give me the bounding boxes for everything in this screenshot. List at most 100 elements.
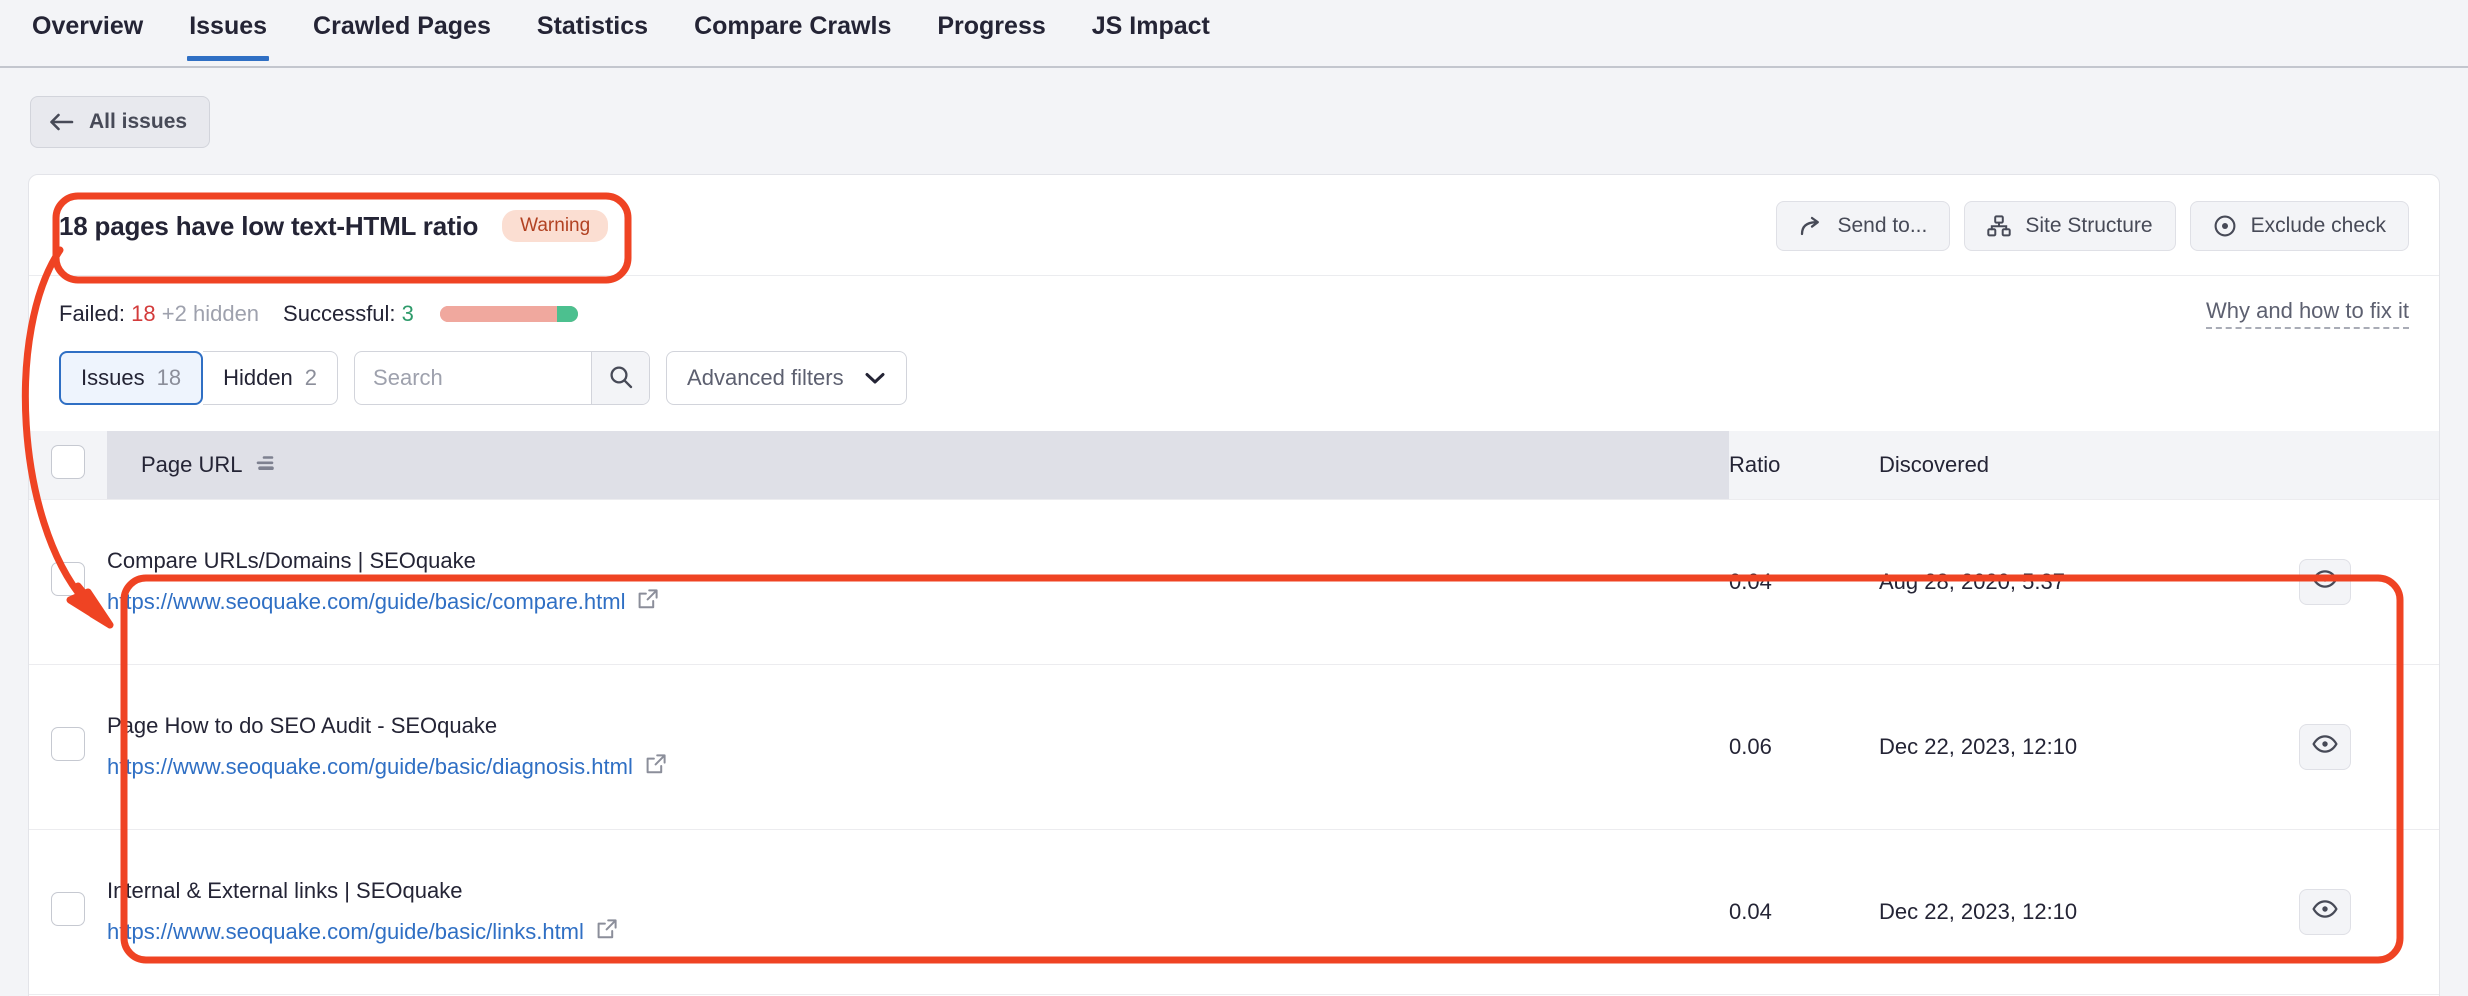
row-discovered: Aug 28, 2020, 5:37	[1879, 499, 2299, 664]
table-row[interactable]: Internal & External links | SEOquake htt…	[29, 829, 2439, 994]
progress-success-segment	[557, 306, 578, 322]
row-checkbox[interactable]	[51, 892, 85, 926]
eye-icon	[2312, 735, 2338, 758]
back-bar: All issues	[0, 68, 2468, 148]
segment-hidden[interactable]: Hidden 2	[203, 351, 338, 405]
issue-header: 18 pages have low text-HTML ratio Warnin…	[29, 175, 2439, 276]
row-url-cell: Page How to do SEO Audit - SEOquake http…	[107, 664, 1729, 829]
header-page-url-label: Page URL	[141, 452, 243, 478]
sort-icon	[255, 452, 277, 478]
row-discovered: Dec 22, 2023, 12:10	[1879, 664, 2299, 829]
table-row[interactable]: Compare URLs/Domains | SEOquake https://…	[29, 499, 2439, 664]
row-page-url-link[interactable]: https://www.seoquake.com/guide/basic/lin…	[107, 918, 618, 946]
issue-detail-card: 18 pages have low text-HTML ratio Warnin…	[28, 174, 2440, 996]
row-hide-eye-button[interactable]	[2299, 559, 2351, 605]
pass-fail-progress-bar	[440, 306, 578, 322]
row-page-url-text: https://www.seoquake.com/guide/basic/com…	[107, 589, 625, 615]
row-actions-cell	[2299, 499, 2439, 664]
site-structure-label: Site Structure	[2025, 214, 2152, 238]
search-input[interactable]	[355, 352, 591, 404]
table-row[interactable]: Page How to do SEO Audit - SEOquake http…	[29, 664, 2439, 829]
why-and-how-to-fix-link[interactable]: Why and how to fix it	[2206, 298, 2409, 329]
row-page-title: Compare URLs/Domains | SEOquake	[107, 548, 1729, 574]
issues-table: Page URL Ratio Discovered	[29, 431, 2439, 996]
tab-crawled-pages[interactable]: Crawled Pages	[311, 0, 493, 61]
segment-issues[interactable]: Issues 18	[59, 351, 203, 405]
all-issues-back-button[interactable]: All issues	[30, 96, 210, 148]
chevron-down-icon	[864, 365, 886, 391]
row-page-title: Page How to do SEO Audit - SEOquake	[107, 713, 1729, 739]
header-ratio[interactable]: Ratio	[1729, 431, 1879, 499]
failed-hidden-count: +2 hidden	[162, 301, 259, 326]
page-url-sort-control[interactable]: Page URL	[141, 452, 277, 478]
row-url-cell: Internal & External links | SEOquake htt…	[107, 829, 1729, 994]
table-body: Compare URLs/Domains | SEOquake https://…	[29, 499, 2439, 996]
row-hide-eye-button[interactable]	[2299, 889, 2351, 935]
row-ratio: 0.04	[1729, 499, 1879, 664]
row-hide-eye-button[interactable]	[2299, 724, 2351, 770]
eye-icon	[2312, 570, 2338, 593]
row-page-url-link[interactable]: https://www.seoquake.com/guide/basic/com…	[107, 588, 659, 616]
successful-stat: Successful: 3	[283, 301, 414, 327]
advanced-filters-label: Advanced filters	[687, 365, 844, 391]
site-structure-button[interactable]: Site Structure	[1964, 201, 2175, 251]
row-page-title: Internal & External links | SEOquake	[107, 878, 1729, 904]
successful-value: 3	[402, 301, 414, 326]
progress-failed-segment	[440, 306, 557, 322]
segment-issues-label: Issues	[81, 365, 145, 391]
row-url-cell: Compare URLs/Domains | SEOquake https://…	[107, 499, 1729, 664]
tab-issues[interactable]: Issues	[187, 0, 269, 61]
failed-stat: Failed: 18 +2 hidden	[59, 301, 259, 327]
row-select-cell	[29, 664, 107, 829]
row-page-url-text: https://www.seoquake.com/guide/basic/dia…	[107, 754, 633, 780]
header-page-url[interactable]: Page URL	[107, 431, 1729, 499]
row-page-url-link[interactable]: https://www.seoquake.com/guide/basic/dia…	[107, 753, 667, 781]
all-issues-back-label: All issues	[89, 110, 187, 134]
exclude-check-button[interactable]: Exclude check	[2190, 201, 2409, 251]
arrow-left-icon	[49, 112, 75, 132]
row-ratio: 0.06	[1729, 664, 1879, 829]
row-ratio: 0.04	[1729, 829, 1879, 994]
failed-label: Failed:	[59, 301, 125, 326]
share-arrow-icon	[1799, 215, 1823, 237]
exclude-check-label: Exclude check	[2251, 214, 2386, 238]
row-select-cell	[29, 499, 107, 664]
issue-stats-row: Failed: 18 +2 hidden Successful: 3 Why a…	[29, 276, 2439, 329]
row-page-url-text: https://www.seoquake.com/guide/basic/lin…	[107, 919, 584, 945]
search-icon	[608, 364, 634, 393]
header-actions: Send to... Site Structure	[1776, 201, 2409, 251]
tab-overview[interactable]: Overview	[30, 0, 145, 61]
table-header-row: Page URL Ratio Discovered	[29, 431, 2439, 499]
status-badge: Warning	[502, 210, 608, 242]
tab-statistics[interactable]: Statistics	[535, 0, 650, 61]
issues-hidden-segmented-control: Issues 18 Hidden 2	[59, 351, 338, 405]
header-select-all-cell	[29, 431, 107, 499]
segment-issues-count: 18	[157, 365, 181, 391]
row-actions-cell	[2299, 829, 2439, 994]
target-circle-icon	[2213, 214, 2237, 238]
select-all-checkbox[interactable]	[51, 445, 85, 479]
row-discovered: Dec 22, 2023, 12:10	[1879, 829, 2299, 994]
external-link-icon	[645, 753, 667, 781]
tab-progress[interactable]: Progress	[935, 0, 1047, 61]
send-to-button[interactable]: Send to...	[1776, 201, 1950, 251]
external-link-icon	[596, 918, 618, 946]
row-actions-cell	[2299, 664, 2439, 829]
search-box	[354, 351, 650, 405]
successful-label: Successful:	[283, 301, 396, 326]
search-button[interactable]	[591, 352, 649, 404]
row-select-cell	[29, 829, 107, 994]
page-title: 18 pages have low text-HTML ratio	[59, 211, 478, 242]
header-actions-cell	[2299, 431, 2439, 499]
row-checkbox[interactable]	[51, 727, 85, 761]
tab-compare-crawls[interactable]: Compare Crawls	[692, 0, 893, 61]
sitemap-icon	[1987, 215, 2011, 237]
segment-hidden-count: 2	[305, 365, 317, 391]
eye-icon	[2312, 900, 2338, 923]
send-to-label: Send to...	[1837, 214, 1927, 238]
advanced-filters-button[interactable]: Advanced filters	[666, 351, 907, 405]
row-checkbox[interactable]	[51, 562, 85, 596]
segment-hidden-label: Hidden	[223, 365, 293, 391]
tab-js-impact[interactable]: JS Impact	[1090, 0, 1212, 61]
header-discovered[interactable]: Discovered	[1879, 431, 2299, 499]
